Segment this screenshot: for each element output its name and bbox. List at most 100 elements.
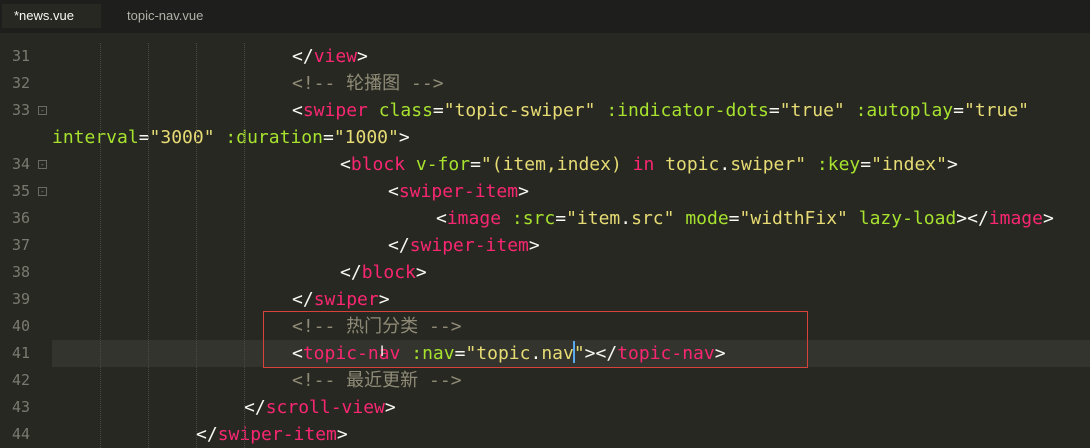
code-token: swiper-item xyxy=(398,181,519,202)
line-number: 32 xyxy=(11,74,30,92)
code-text: <block v-for="(item,index) in topic.swip… xyxy=(340,151,958,178)
code-token: swiper" xyxy=(730,154,807,175)
code-line[interactable]: 37 </swiper-item> xyxy=(0,232,1090,259)
code-line[interactable]: 35- <swiper-item> xyxy=(0,178,1090,205)
code-token: image xyxy=(988,208,1043,229)
code-token: = xyxy=(432,100,444,121)
code-text: <!-- 轮播图 --> xyxy=(292,70,444,97)
tab-bar: *news.vue topic-nav.vue xyxy=(0,0,1090,33)
code-token: scroll-view xyxy=(265,397,385,418)
fold-toggle-icon[interactable]: - xyxy=(38,160,47,169)
code-line[interactable]: 36 <image :src="item.src" mode="widthFix"… xyxy=(0,205,1090,232)
indent-guide xyxy=(196,43,197,448)
fold-toggle-icon[interactable]: - xyxy=(38,187,47,196)
code-token: > xyxy=(384,397,396,418)
code-token: = xyxy=(555,208,567,229)
line-number: 39 xyxy=(11,290,30,308)
code-line[interactable]: 31 </view> xyxy=(0,43,1090,70)
code-line[interactable]: 34- <block v-for="(item,index) in topic.s… xyxy=(0,151,1090,178)
code-token: swiper-item xyxy=(217,424,337,445)
code-token: < xyxy=(436,208,447,229)
line-number: 33 xyxy=(11,101,30,119)
code-text: </view> xyxy=(292,43,368,70)
line-number: 41 xyxy=(11,344,30,362)
code-token: <!-- 轮播图 --> xyxy=(292,73,444,94)
tab-topic-nav-vue[interactable]: topic-nav.vue xyxy=(115,4,215,28)
highlight-annotation-box xyxy=(263,311,808,368)
code-token: :key xyxy=(816,154,861,175)
code-token: = xyxy=(768,100,780,121)
code-token: mode xyxy=(685,208,729,229)
code-token: swiper-item xyxy=(409,235,529,256)
code-token: :indicator-dots xyxy=(606,100,769,121)
code-token: > xyxy=(398,127,410,148)
code-token: "true" xyxy=(779,100,845,121)
code-token: image xyxy=(446,208,502,229)
code-token: = xyxy=(953,100,964,121)
code-token: . xyxy=(620,208,632,229)
code-token: in xyxy=(632,154,655,175)
code-token: > xyxy=(528,235,540,256)
code-token: . xyxy=(719,154,731,175)
code-line[interactable]: interval="3000" :duration="1000"> xyxy=(0,124,1090,151)
code-token: "topic-swiper" xyxy=(443,100,596,121)
code-token: interval xyxy=(52,127,139,148)
code-token: > xyxy=(378,289,390,310)
code-editor[interactable]: 31 </view> 32 <!-- 轮播图 --> 33- <swiper class=… xyxy=(0,43,1090,448)
code-token: :autoplay xyxy=(855,100,954,121)
code-token: = xyxy=(860,154,872,175)
code-token: <!-- 最近更新 --> xyxy=(292,370,462,391)
code-token: src" xyxy=(631,208,675,229)
code-line[interactable]: 44 </swiper-item> xyxy=(0,421,1090,448)
code-token: > xyxy=(336,424,348,445)
code-text: <swiper-item> xyxy=(388,178,529,205)
code-text: </swiper-item> xyxy=(388,232,540,259)
indent-guide xyxy=(100,43,101,448)
code-token: > xyxy=(518,181,529,202)
code-token: "3000" xyxy=(149,127,215,148)
code-text: <swiper class="topic-swiper" :indicator-… xyxy=(292,97,1029,124)
code-token: </ xyxy=(388,235,410,256)
code-token: :duration xyxy=(225,127,323,148)
code-line[interactable]: 43 </scroll-view> xyxy=(0,394,1090,421)
code-token: "true" xyxy=(963,100,1030,121)
code-token: = xyxy=(322,127,334,148)
code-text: <!-- 最近更新 --> xyxy=(292,367,462,394)
code-line[interactable]: 39 </swiper> xyxy=(0,286,1090,313)
indent-guide xyxy=(148,43,149,448)
code-text: interval="3000" :duration="1000"> xyxy=(52,124,410,151)
code-text: </swiper-item> xyxy=(196,421,348,448)
code-token: </ xyxy=(292,289,314,310)
code-line[interactable]: 33- <swiper class="topic-swiper" :indicat… xyxy=(0,97,1090,124)
code-line[interactable]: 32 <!-- 轮播图 --> xyxy=(0,70,1090,97)
code-token: class xyxy=(378,100,433,121)
fold-toggle-icon[interactable]: - xyxy=(38,106,47,115)
code-token: swiper xyxy=(313,289,379,310)
line-number: 40 xyxy=(11,317,30,335)
code-token: view xyxy=(313,46,358,67)
code-token: </ xyxy=(340,262,362,283)
code-token: lazy-load xyxy=(858,208,957,229)
code-token: "index" xyxy=(871,154,947,175)
code-token: </ xyxy=(196,424,218,445)
code-token: > xyxy=(946,154,958,175)
code-text: </block> xyxy=(340,259,427,286)
code-text: </scroll-view> xyxy=(244,394,396,421)
tab-news-vue[interactable]: *news.vue xyxy=(2,4,101,28)
code-token: swiper xyxy=(302,100,368,121)
code-line[interactable]: 38 </block> xyxy=(0,259,1090,286)
code-token: > xyxy=(415,262,427,283)
line-number: 35 xyxy=(11,182,30,200)
code-token: < xyxy=(388,181,399,202)
code-token: < xyxy=(340,154,351,175)
line-number: 31 xyxy=(11,47,30,65)
code-line[interactable]: 42 <!-- 最近更新 --> xyxy=(0,367,1090,394)
